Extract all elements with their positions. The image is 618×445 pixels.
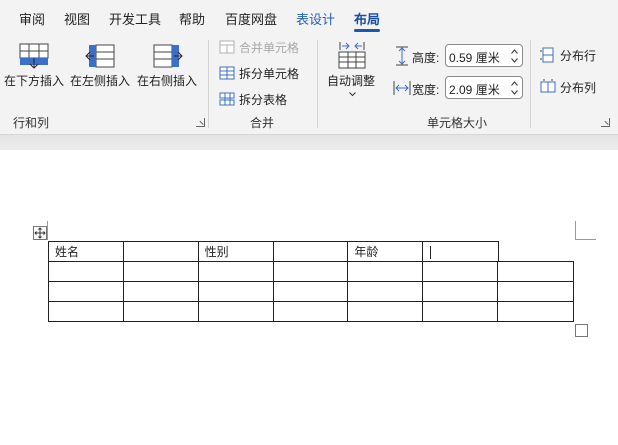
table-cell[interactable]: 性别 xyxy=(197,241,274,262)
rows-cols-launcher-icon[interactable] xyxy=(196,118,205,127)
table-cell[interactable] xyxy=(347,261,424,282)
row-height-label: 高度: xyxy=(412,51,440,65)
table-move-handle[interactable] xyxy=(33,226,47,240)
table-cell[interactable]: 姓名 xyxy=(48,241,124,262)
tab-help[interactable]: 帮助 xyxy=(179,9,205,28)
text-cursor xyxy=(430,246,432,259)
distribute-rows-button[interactable]: 分布行 xyxy=(540,45,596,65)
tab-baidu-netdisk[interactable]: 百度网盘 xyxy=(225,9,277,28)
group-separator xyxy=(530,40,531,128)
spin-down-icon[interactable] xyxy=(511,90,518,95)
table-cell[interactable] xyxy=(422,261,499,282)
table-cell[interactable] xyxy=(48,301,124,322)
distribute-columns-button[interactable]: 分布列 xyxy=(540,77,596,97)
table-cell[interactable] xyxy=(48,281,124,302)
table-cell-active[interactable] xyxy=(422,241,499,262)
spin-down-icon[interactable] xyxy=(511,58,518,63)
table-cell[interactable] xyxy=(122,241,199,262)
insert-right-label: 在右侧插入 xyxy=(137,74,198,88)
spin-up-icon[interactable] xyxy=(511,81,518,86)
table-cell[interactable] xyxy=(197,301,274,322)
tab-developer[interactable]: 开发工具 xyxy=(109,9,161,28)
table-row xyxy=(48,261,574,282)
table-cell[interactable] xyxy=(422,281,499,302)
tab-view[interactable]: 视图 xyxy=(64,9,90,28)
tab-review[interactable]: 审阅 xyxy=(19,9,45,28)
table-cell[interactable] xyxy=(497,261,574,282)
tab-table-design[interactable]: 表设计 xyxy=(296,9,335,28)
table-row: 姓名 性别 年龄 xyxy=(48,241,499,262)
table-body xyxy=(48,261,574,322)
row-height-value: 0.59 厘米 xyxy=(449,51,500,65)
column-width-label: 宽度: xyxy=(412,83,440,97)
table-header-row: 姓名 性别 年龄 xyxy=(48,241,499,262)
ribbon-bottom-border xyxy=(0,134,618,150)
active-tab-indicator xyxy=(354,29,380,32)
column-width-input[interactable]: 2.09 厘米 xyxy=(445,76,523,99)
table-cell[interactable]: 年龄 xyxy=(347,241,424,262)
table-cell[interactable] xyxy=(197,261,274,282)
ribbon-tab-bar: 审阅 视图 开发工具 帮助 百度网盘 表设计 布局 xyxy=(0,0,618,34)
distribute-columns-label: 分布列 xyxy=(560,80,597,95)
table-cell[interactable] xyxy=(347,301,424,322)
split-table-button[interactable]: 拆分表格 xyxy=(219,89,287,109)
autofit-icon xyxy=(338,42,366,69)
table-cell[interactable] xyxy=(272,281,349,302)
table-cell[interactable] xyxy=(122,281,199,302)
table-cell[interactable] xyxy=(272,261,349,282)
table-cell[interactable] xyxy=(48,261,124,282)
table-cell[interactable] xyxy=(347,281,424,302)
autofit-label: 自动调整 xyxy=(327,74,376,88)
group-separator xyxy=(208,40,209,128)
split-cells-button[interactable]: 拆分单元格 xyxy=(219,63,299,83)
distribute-rows-icon xyxy=(540,47,554,63)
table-cell[interactable] xyxy=(497,281,574,302)
distribute-rows-label: 分布行 xyxy=(560,48,597,63)
insert-left-label: 在左侧插入 xyxy=(70,74,131,88)
spin-up-icon[interactable] xyxy=(511,49,518,54)
group-separator xyxy=(317,40,318,128)
row-height-input[interactable]: 0.59 厘米 xyxy=(445,44,523,67)
row-height-icon xyxy=(396,46,408,66)
group-label-merge: 合并 xyxy=(250,116,275,130)
table-resize-handle[interactable] xyxy=(575,324,588,337)
table-cell[interactable] xyxy=(497,301,574,322)
insert-below-icon xyxy=(19,43,49,69)
merge-cells-button[interactable]: 合并单元格 xyxy=(219,37,299,57)
cell-size-launcher-icon[interactable] xyxy=(601,118,610,127)
table-cell[interactable] xyxy=(197,281,274,302)
group-label-cell-size: 单元格大小 xyxy=(427,116,488,130)
split-table-label: 拆分表格 xyxy=(239,92,288,107)
margin-corner-mark xyxy=(47,221,48,240)
table-row xyxy=(48,301,574,322)
margin-corner-mark xyxy=(575,221,596,240)
distribute-columns-icon xyxy=(540,79,556,93)
table-cell[interactable] xyxy=(272,241,349,262)
split-table-icon xyxy=(219,92,235,106)
column-width-icon xyxy=(393,81,411,95)
insert-right-icon xyxy=(153,44,183,68)
table-cell[interactable] xyxy=(122,301,199,322)
move-icon xyxy=(34,227,46,239)
table-row xyxy=(48,281,574,302)
insert-left-icon xyxy=(85,44,115,68)
column-width-value: 2.09 厘米 xyxy=(449,83,500,97)
split-cells-label: 拆分单元格 xyxy=(239,66,300,81)
chevron-down-icon xyxy=(349,92,356,97)
merge-cells-label: 合并单元格 xyxy=(239,40,300,55)
tab-layout[interactable]: 布局 xyxy=(354,9,380,28)
split-cells-icon xyxy=(219,66,235,80)
table-cell[interactable] xyxy=(422,301,499,322)
table-cell[interactable] xyxy=(272,301,349,322)
insert-below-label: 在下方插入 xyxy=(4,74,65,88)
table-cell[interactable] xyxy=(122,261,199,282)
group-label-rows-cols: 行和列 xyxy=(13,116,50,130)
merge-cells-icon xyxy=(219,40,235,54)
